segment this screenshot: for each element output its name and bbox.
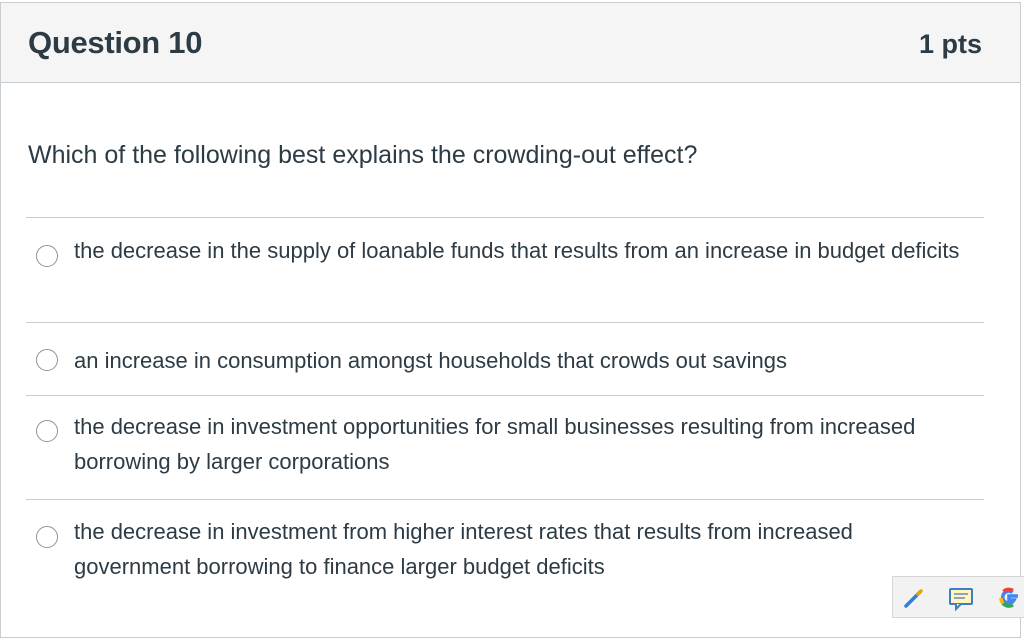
answer-text[interactable]: the decrease in the supply of loanable f… [74,233,974,268]
answer-option-2[interactable]: an increase in consumption amongst house… [26,323,984,396]
answer-option-4[interactable]: the decrease in investment from higher i… [26,500,984,594]
question-header: Question 10 1 pts [1,3,1020,83]
google-icon[interactable] [996,585,1022,611]
answer-text[interactable]: the decrease in investment from higher i… [74,514,974,584]
comment-icon[interactable] [948,585,974,612]
radio-button[interactable] [36,245,58,267]
answer-text[interactable]: an increase in consumption amongst house… [74,343,974,378]
answer-option-1[interactable]: the decrease in the supply of loanable f… [26,218,984,323]
radio-button[interactable] [36,420,58,442]
extension-toolbar [892,576,1024,618]
answer-text[interactable]: the decrease in investment opportunities… [74,409,974,479]
radio-button[interactable] [36,526,58,548]
question-points: 1 pts [918,29,982,59]
radio-button[interactable] [36,349,58,371]
question-title: Question 10 [28,25,203,60]
pencil-icon[interactable] [901,585,927,611]
answer-list: the decrease in the supply of loanable f… [26,217,984,594]
question-prompt: Which of the following best explains the… [28,141,698,169]
answer-option-3[interactable]: the decrease in investment opportunities… [26,396,984,500]
